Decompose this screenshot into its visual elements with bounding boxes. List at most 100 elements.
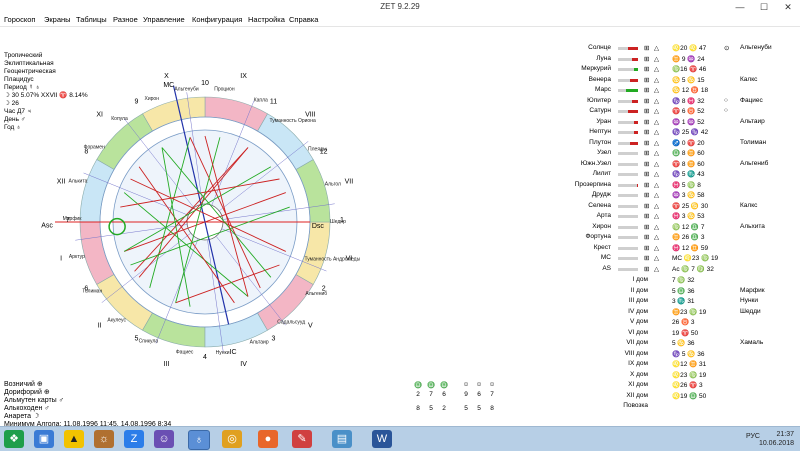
app-icon[interactable]: ✎ bbox=[292, 430, 312, 448]
house-row[interactable]: I дом 7 ♍ 32 bbox=[556, 276, 796, 286]
planet-row[interactable]: Марс ⊞ △ ♋ 12 ♉ 18 bbox=[556, 86, 796, 96]
planet-row[interactable]: Солнце ⊞ △ ♌20 ♌ 47 ⊙ Альгенуби bbox=[556, 44, 796, 54]
house-row[interactable]: IV дом ♊23 ♍ 19 Шедди bbox=[556, 308, 796, 318]
fixed-star: Марфик bbox=[740, 286, 765, 294]
star-label: Нунки bbox=[216, 350, 230, 356]
planet-row[interactable]: Нептун ⊞ △ ♑ 25 ♑ 42 bbox=[556, 128, 796, 138]
minimize-button[interactable]: — bbox=[728, 0, 752, 14]
house-row[interactable]: VI дом 19 ♈ 50 bbox=[556, 329, 796, 339]
menu-settings[interactable]: Настройка bbox=[248, 15, 285, 24]
clock[interactable]: 21:37 10.06.2018 bbox=[759, 430, 794, 448]
zet-app-icon[interactable]: ♁ bbox=[188, 430, 210, 450]
planet-name: Лилит bbox=[592, 170, 611, 177]
count-value: 5 bbox=[464, 405, 468, 412]
strength-bar bbox=[618, 257, 638, 260]
strength-bar bbox=[618, 246, 638, 250]
app-icon[interactable]: ▣ bbox=[34, 430, 54, 448]
planet-row[interactable]: Лилит ⊞ △ ♑ 5 ♏ 43 bbox=[556, 170, 796, 180]
planet-row[interactable]: Арта ⊞ △ ♓ 3 ♋ 53 bbox=[556, 212, 796, 222]
aspect-icon: △ bbox=[654, 171, 659, 178]
menu-tables[interactable]: Таблицы bbox=[76, 15, 107, 24]
house-row[interactable]: V дом 26 ♉ 3 bbox=[556, 318, 796, 328]
menu-configuration[interactable]: Конфигурация bbox=[192, 15, 242, 24]
planet-row[interactable]: Плутон ⊞ △ ♐ 0 ♈ 20 Толиман bbox=[556, 139, 796, 149]
strength-bar bbox=[618, 267, 638, 271]
grid-icon: ⊞ bbox=[644, 265, 650, 273]
planet-row[interactable]: Узел ⊞ △ ♎ 8 ♊ 60 bbox=[556, 149, 796, 159]
planet-name: Арта bbox=[596, 212, 611, 219]
planet-row[interactable]: Прозерпина ⊞ △ ♓ 5 ♍ 8 bbox=[556, 181, 796, 191]
aspect-icon: △ bbox=[654, 192, 659, 199]
start-icon[interactable]: ❖ bbox=[4, 430, 24, 448]
star-label: Спикула bbox=[139, 338, 159, 344]
app-icon[interactable]: ☼ bbox=[94, 430, 114, 448]
planet-row[interactable]: Хирон ⊞ △ ♍ 12 ♎ 7 Альхита bbox=[556, 223, 796, 233]
app-icon[interactable]: ▤ bbox=[332, 430, 352, 448]
house-position: ♊23 ♍ 19 bbox=[672, 308, 707, 316]
star-label: Садальсууд bbox=[277, 319, 305, 325]
planet-position: ♓ 5 ♍ 8 bbox=[672, 181, 701, 189]
planet-row[interactable]: Селена ⊞ △ ♈ 25 ♋ 30 Калкс bbox=[556, 202, 796, 212]
grid-icon: ⊞ bbox=[644, 171, 650, 178]
house-name: VI дом bbox=[628, 328, 648, 336]
house-row[interactable]: XII дом ♌19 ♎ 50 bbox=[556, 392, 796, 402]
info-line: Тропический bbox=[4, 52, 43, 59]
planet-row[interactable]: Южн.Узел ⊞ △ ♈ 8 ♊ 60 Альгениб bbox=[556, 160, 796, 170]
aspect-icon: △ bbox=[654, 244, 659, 252]
house-number: 10 bbox=[201, 80, 209, 87]
menu-misc[interactable]: Разное bbox=[113, 15, 138, 24]
menu-control[interactable]: Управление bbox=[143, 15, 185, 24]
house-row[interactable]: IX дом ♌12 ♊ 31 bbox=[556, 360, 796, 370]
house-row[interactable]: III дом 3 ♏ 31 Нунки bbox=[556, 297, 796, 307]
house-row[interactable]: VII дом 5 ♋ 36 Хамаль bbox=[556, 339, 796, 349]
app-icon[interactable]: Z bbox=[124, 430, 144, 448]
firefox-icon[interactable]: ● bbox=[258, 430, 278, 448]
planet-row[interactable]: Сатурн ⊞ △ ♈ 6 ♉ 52 ○ bbox=[556, 107, 796, 117]
word-icon[interactable]: W bbox=[372, 430, 392, 448]
planet-row[interactable]: AS ⊞ △ Ac ♍ 7 ♍ 32 bbox=[556, 265, 796, 275]
app-icon[interactable]: ☺ bbox=[154, 430, 174, 448]
maximize-button[interactable]: ☐ bbox=[752, 0, 776, 14]
planet-row[interactable]: Крест ⊞ △ ♓ 12 ♊ 59 bbox=[556, 244, 796, 254]
grid-icon: ⊞ bbox=[644, 139, 650, 147]
close-button[interactable]: ✕ bbox=[776, 0, 800, 14]
house-row[interactable]: Повозка bbox=[556, 402, 796, 412]
house-roman: IV bbox=[240, 361, 247, 368]
app-icon[interactable]: ▲ bbox=[64, 430, 84, 448]
grid-icon: ⊞ bbox=[644, 160, 650, 168]
star-label: Акулеус bbox=[107, 317, 126, 323]
app-icon[interactable]: ◎ bbox=[222, 430, 242, 448]
menu-horoscope[interactable]: Гороскоп bbox=[4, 15, 35, 24]
house-roman: II bbox=[98, 322, 102, 329]
planet-row[interactable]: Венера ⊞ △ ♋ 5 ♋ 15 Калкс bbox=[556, 76, 796, 86]
zodiac-sector bbox=[295, 159, 331, 223]
house-position: 26 ♉ 3 bbox=[672, 319, 695, 326]
menu-screens[interactable]: Экраны bbox=[44, 15, 71, 24]
count-value: 2 bbox=[442, 405, 446, 412]
taskbar: ❖ ▣ ▲ ☼ Z ☺ ♁ ◎ ● ✎ ▤ W РУС 21:37 10.06.… bbox=[0, 426, 800, 451]
planet-position: ♓ 3 ♋ 53 bbox=[672, 213, 705, 220]
natal-chart-wheel[interactable]: 910111212345678IXVIIIVIIVIVIVIIIIIIXIIXI… bbox=[30, 70, 380, 370]
strength-bar bbox=[618, 236, 638, 239]
planet-position: Ac ♍ 7 ♍ 32 bbox=[672, 265, 714, 273]
house-row[interactable]: VIII дом ♑ 5 ♋ 36 bbox=[556, 350, 796, 360]
house-row[interactable]: X дом ♌23 ♍ 19 bbox=[556, 371, 796, 381]
planet-row[interactable]: Друдж ⊞ △ ♒ 3 ♋ 58 bbox=[556, 191, 796, 201]
house-row[interactable]: XI дом ♌26 ♈ 3 bbox=[556, 381, 796, 391]
info-line: Возничий ⊕ bbox=[4, 381, 43, 388]
planet-row[interactable]: MC ⊞ △ MC ♌23 ♍ 19 bbox=[556, 254, 796, 264]
count-value: 5 bbox=[429, 405, 433, 412]
planet-row[interactable]: Луна ⊞ △ ♊ 9 ♒ 24 bbox=[556, 55, 796, 65]
menu-help[interactable]: Справка bbox=[289, 15, 318, 24]
planet-row[interactable]: Юпитер ⊞ △ ♑ 8 ♓ 32 ○ Фациес bbox=[556, 97, 796, 107]
house-name: IX дом bbox=[628, 360, 648, 367]
aspect-icon: △ bbox=[654, 139, 659, 147]
planet-row[interactable]: Меркурий ⊞ △ ♍16 ♈ 46 bbox=[556, 65, 796, 75]
house-row[interactable]: II дом 5 ♎ 36 Марфик bbox=[556, 287, 796, 297]
planet-row[interactable]: Уран ⊞ △ ♒ 1 ♒ 52 Альтаир bbox=[556, 118, 796, 128]
axis-label: Asc bbox=[41, 223, 53, 230]
planet-name: Меркурий bbox=[581, 65, 611, 72]
planet-row[interactable]: Фортуна ⊞ △ ♊ 26 ♎ 3 bbox=[556, 233, 796, 243]
planet-extra: ⊙ bbox=[724, 45, 730, 52]
language-indicator[interactable]: РУС bbox=[746, 433, 760, 440]
